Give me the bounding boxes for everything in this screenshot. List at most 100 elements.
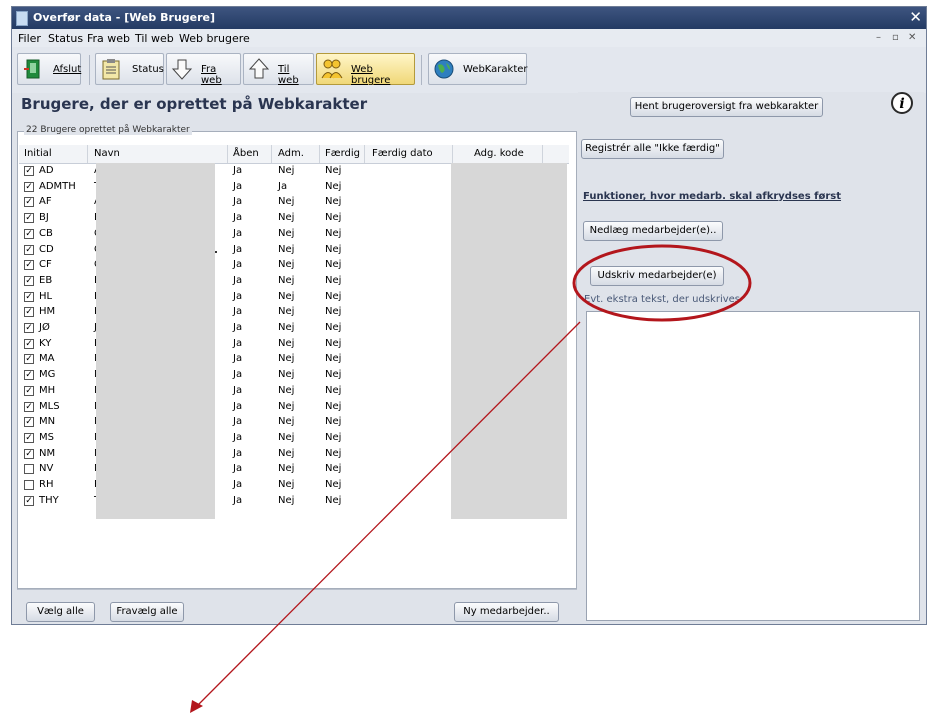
info-icon[interactable]: i [891,92,913,114]
row-checkbox[interactable]: ✓ [24,244,34,255]
deselect-all-button[interactable]: Fravælg alle [110,602,184,622]
row-checkbox[interactable]: ✓ [24,417,34,428]
clipboard-icon [99,57,123,81]
row-checkbox[interactable]: ✓ [24,448,34,459]
webkarakter-button[interactable]: WebKarakter [428,53,528,85]
til-web-button[interactable]: Til web [243,53,314,86]
print-employee-button[interactable]: Udskriv medarbejder(e) [590,266,724,286]
title-bar: Overfør data - [Web Brugere] ✕ [12,7,926,29]
cell-aaben: Ja [233,416,243,428]
row-checkbox[interactable]: ✓ [24,495,34,506]
new-employee-button[interactable]: Ny medarbejder.. [454,602,559,622]
cell-adm: Nej [278,243,295,255]
fetch-users-button[interactable]: Hent brugeroversigt fra webkarakter [630,97,823,117]
row-checkbox[interactable]: ✓ [24,260,34,271]
cell-faerdig: Nej [325,337,342,349]
cell-adm: Nej [278,165,295,176]
col-navn[interactable]: Navn [94,148,120,159]
cell-adm: Nej [278,227,295,239]
column-separator [364,145,365,163]
cell-initial: BJ [39,212,49,224]
cell-aaben: Ja [233,306,243,318]
row-checkbox[interactable]: ✓ [24,401,34,412]
select-all-button[interactable]: Vælg alle [26,602,95,622]
col-aaben[interactable]: Åben [233,148,259,159]
row-checkbox[interactable]: ✓ [24,213,34,224]
col-adm[interactable]: Adm. [278,148,304,159]
cell-faerdig: Nej [325,447,342,459]
menu-til-web[interactable]: Til web [135,32,174,45]
menu-filer[interactable]: Filer [18,32,41,45]
cell-faerdig: Nej [325,416,342,428]
menu-status[interactable]: Status [48,32,83,45]
row-checkbox[interactable]: ✓ [24,354,34,365]
fra-web-button[interactable]: Fra web [166,53,241,86]
col-faerdig-dato[interactable]: Færdig dato [372,148,433,159]
afslut-button[interactable]: Afslut [17,53,81,85]
cell-adm: Nej [278,274,295,286]
row-checkbox[interactable] [24,480,34,490]
cell-aaben: Ja [233,212,243,224]
exit-door-icon [21,57,45,81]
users-groupbox: 22 Brugere oprettet på Webkarakter Initi… [17,125,577,589]
fra-web-label: Fra web [201,64,222,86]
cell-faerdig: Nej [325,384,342,396]
close-icon[interactable]: ✕ [909,8,922,26]
window-title: Overfør data - [Web Brugere] [33,11,216,24]
row-checkbox[interactable]: ✓ [24,385,34,396]
status-button[interactable]: Status [95,53,164,85]
afslut-label: Afslut [53,64,82,75]
cell-aaben: Ja [233,479,243,490]
cell-aaben: Ja [233,322,243,333]
functions-label: Funktioner, hvor medarb. skal afkrydses … [583,191,842,202]
col-initial[interactable]: Initial [24,148,52,159]
row-checkbox[interactable]: ✓ [24,338,34,349]
row-checkbox[interactable]: ✓ [24,166,34,176]
right-panel: Registrér alle "Ikke færdig" Funktioner,… [578,131,924,624]
cell-initial: MN [39,416,56,428]
mdi-minimize-icon[interactable]: – [876,32,881,43]
row-checkbox[interactable]: ✓ [24,275,34,286]
app-icon [16,11,28,26]
mdi-close-icon[interactable]: ✕ [908,32,916,43]
col-adg-kode[interactable]: Adg. kode [474,148,524,159]
row-checkbox[interactable]: ✓ [24,228,34,239]
webkarakter-label: WebKarakter [463,64,528,75]
mdi-restore-icon[interactable]: ▫ [892,32,899,43]
arrow-up-icon [247,57,271,81]
cell-adm: Nej [278,337,295,349]
row-checkbox[interactable] [24,464,34,475]
menu-web-brugere[interactable]: Web brugere [179,32,250,45]
row-checkbox[interactable]: ✓ [24,323,34,333]
cell-faerdig: Nej [325,353,342,365]
row-checkbox[interactable]: ✓ [24,181,34,192]
cell-faerdig: Nej [325,290,342,302]
menu-fra-web[interactable]: Fra web [87,32,130,45]
col-faerdig[interactable]: Færdig [325,148,360,159]
row-checkbox[interactable]: ✓ [24,432,34,443]
cell-adm: Nej [278,463,295,475]
row-checkbox[interactable]: ✓ [24,197,34,208]
cell-adm: Nej [278,196,295,208]
column-separator [271,145,272,163]
row-checkbox[interactable]: ✓ [24,291,34,302]
row-checkbox[interactable]: ✓ [24,307,34,318]
web-brugere-button[interactable]: Web brugere [316,53,415,86]
extra-text-input[interactable] [586,311,920,621]
cell-adm: Ja [278,180,288,192]
cell-aaben: Ja [233,196,243,208]
cell-adm: Nej [278,416,295,428]
cell-initial: CB [39,227,53,239]
annotation-arrowhead [190,700,203,713]
cell-aaben: Ja [233,165,243,176]
cell-faerdig: Nej [325,165,342,176]
cell-aaben: Ja [233,494,243,506]
row-checkbox[interactable]: ✓ [24,370,34,381]
cell-initial: HL [39,290,53,302]
cell-faerdig: Nej [325,180,342,192]
delete-employee-button[interactable]: Nedlæg medarbejder(e).. [583,221,723,241]
extra-text-label: Evt. ekstra tekst, der udskrives [584,294,741,305]
cell-initial: HM [39,306,56,318]
register-all-button[interactable]: Registrér alle "Ikke færdig" [581,139,724,159]
cell-adm: Nej [278,306,295,318]
